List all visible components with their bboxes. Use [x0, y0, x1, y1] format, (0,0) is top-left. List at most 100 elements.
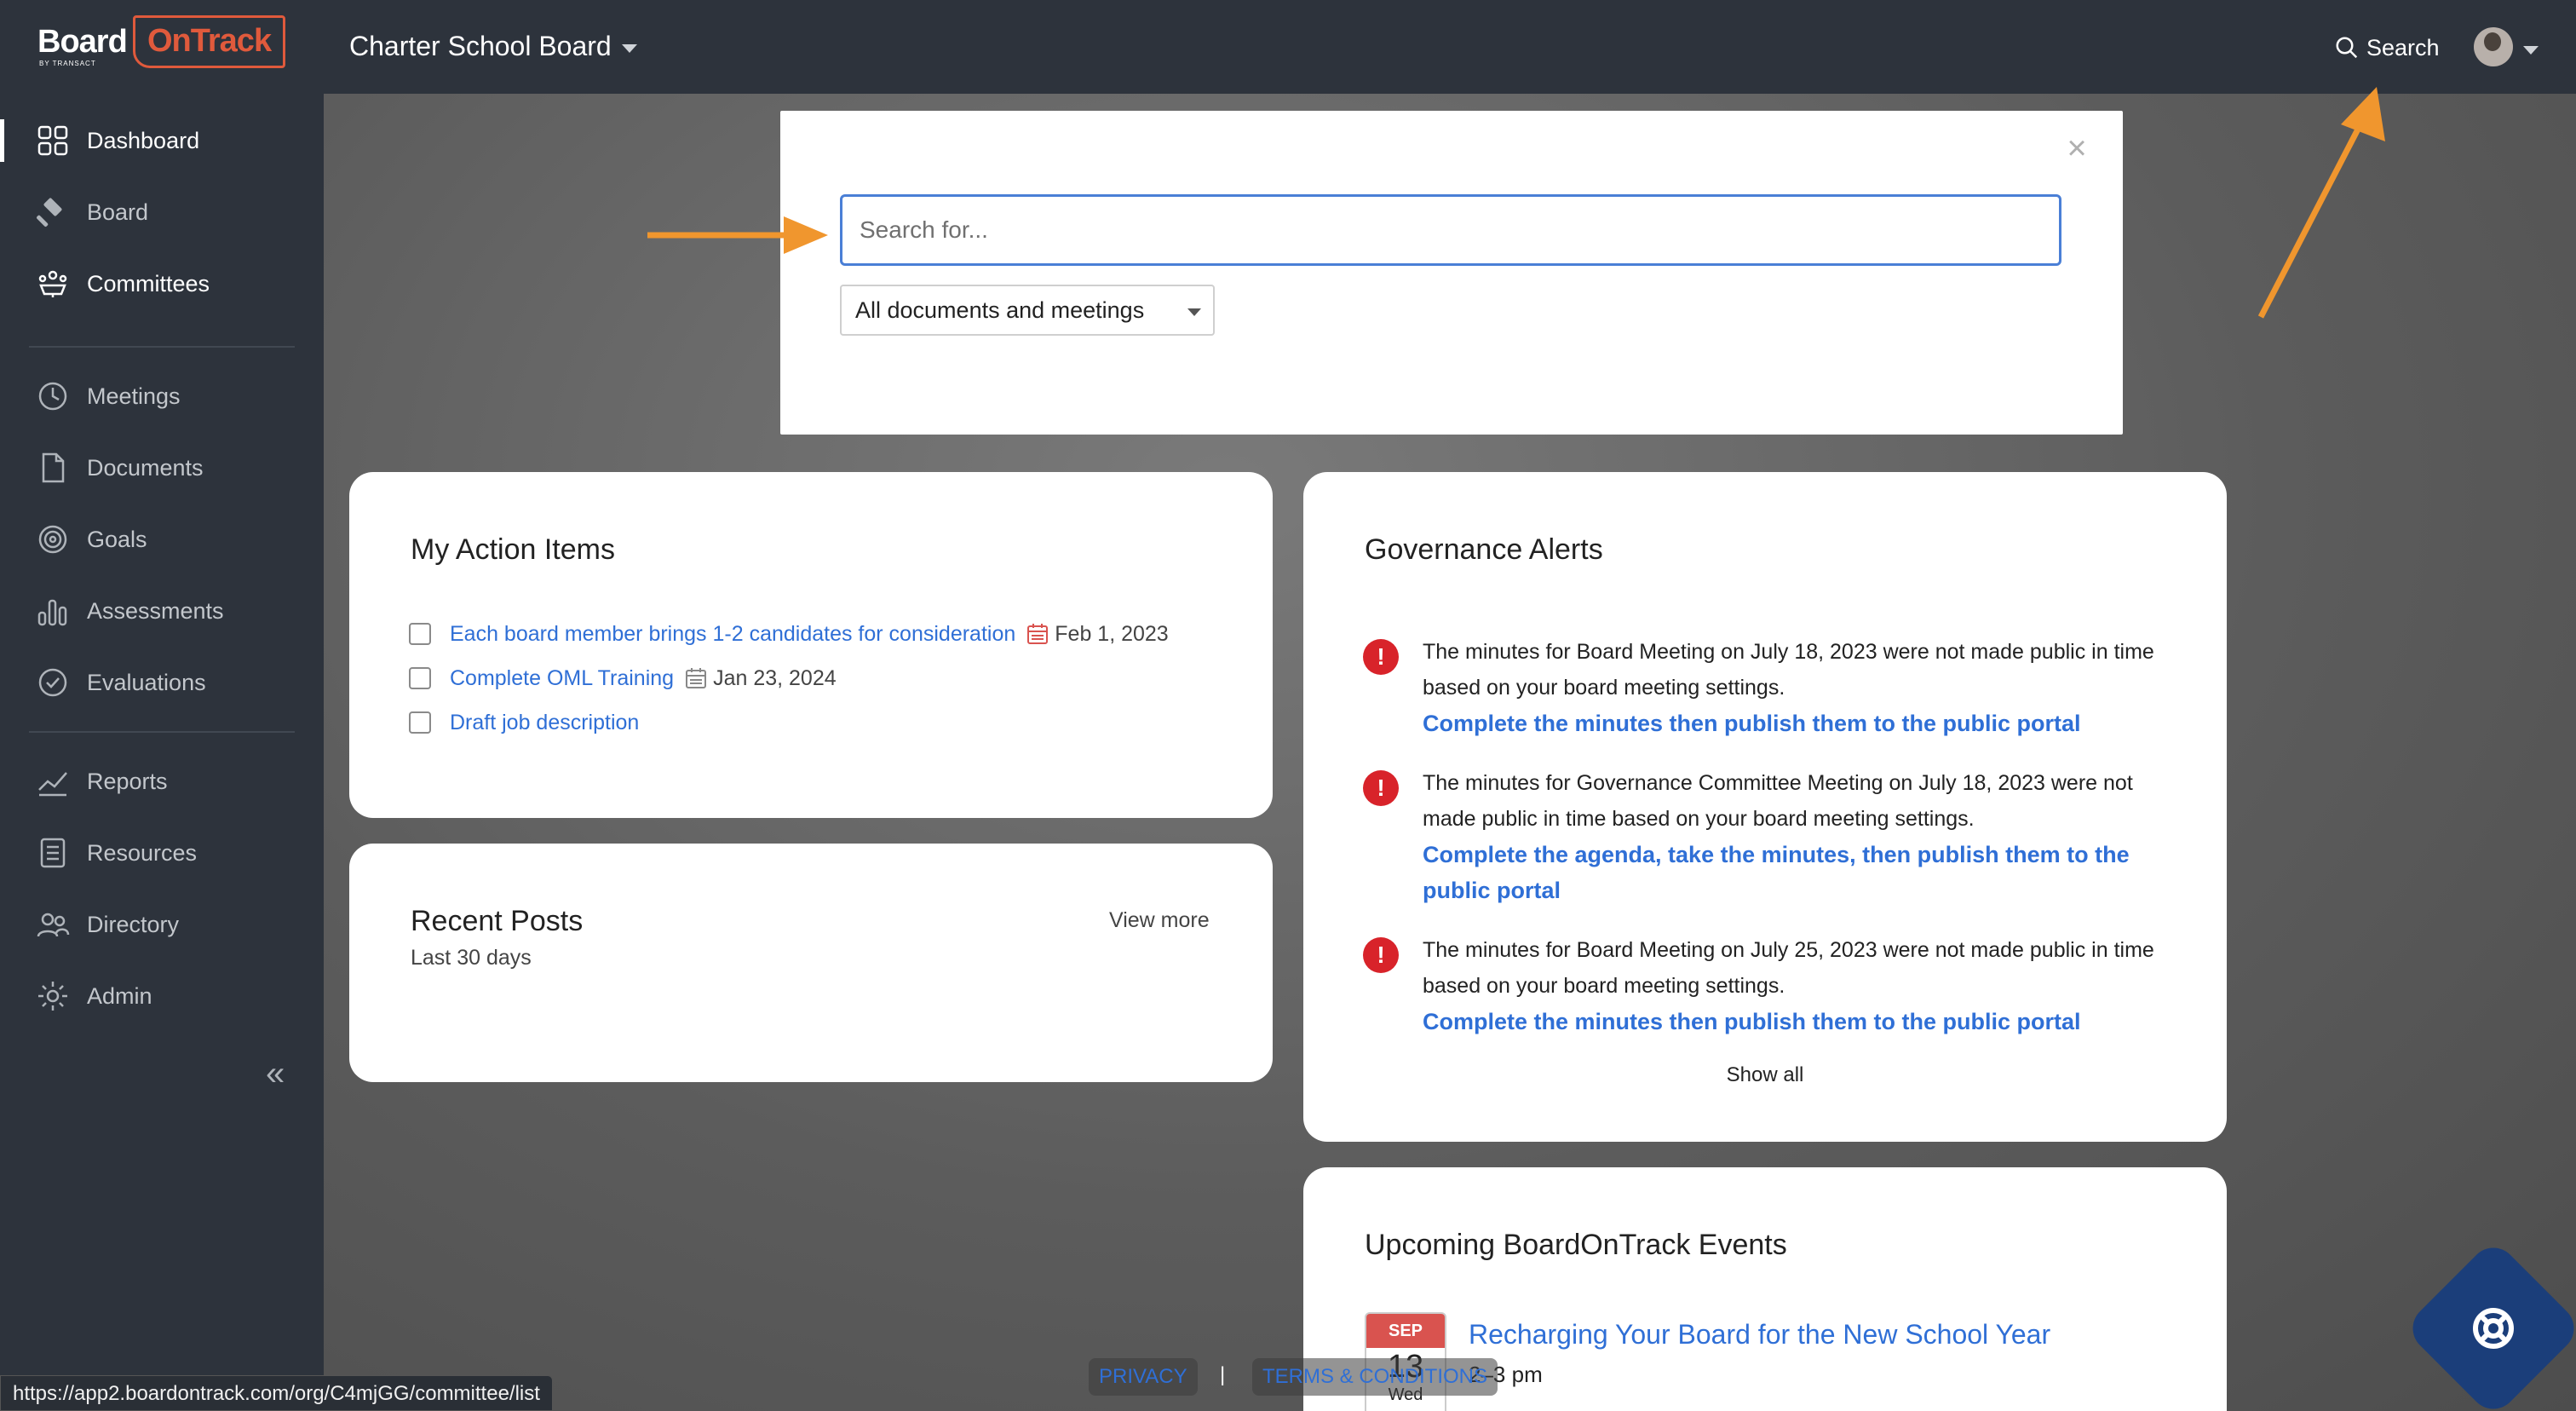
card-subtitle: Last 30 days	[411, 946, 532, 970]
sidebar-item-label: Documents	[87, 454, 204, 481]
sidebar-item-goals[interactable]: Goals	[0, 510, 324, 569]
action-item-date: Jan 23, 2024	[713, 665, 837, 690]
action-item-link[interactable]: Draft job description	[450, 711, 639, 735]
sidebar-item-dashboard[interactable]: Dashboard	[0, 111, 324, 170]
org-switcher[interactable]: Charter School Board	[349, 31, 612, 62]
governance-alerts-card: Governance Alerts ! The minutes for Boar…	[1303, 472, 2227, 1142]
action-item-checkbox[interactable]	[409, 623, 431, 645]
sidebar-item-label: Evaluations	[87, 669, 206, 695]
bar-chart-icon	[37, 599, 67, 626]
action-item-link[interactable]: Complete OML Training	[450, 666, 674, 691]
search-input[interactable]	[840, 194, 2061, 266]
alert-action-link[interactable]: Complete the agenda, take the minutes, t…	[1423, 837, 2164, 908]
alert-message: The minutes for Board Meeting on July 25…	[1423, 938, 2154, 998]
sidebar-item-label: Admin	[87, 982, 152, 1009]
alert-exclamation-icon: !	[1363, 770, 1399, 806]
alert-item: ! The minutes for Governance Committee M…	[1363, 765, 2164, 919]
sidebar-item-documents[interactable]: Documents	[0, 438, 324, 498]
clock-icon	[38, 382, 67, 411]
top-search-button[interactable]: Search	[2334, 31, 2440, 65]
sidebar-item-assessments[interactable]: Assessments	[0, 581, 324, 641]
chevron-down-icon[interactable]	[2523, 46, 2539, 55]
sidebar-item-label: Dashboard	[87, 127, 200, 153]
top-search-label: Search	[2366, 34, 2440, 60]
show-all-link[interactable]: Show all	[1303, 1063, 2227, 1087]
alert-action-link[interactable]: Complete the minutes then publish them t…	[1423, 706, 2164, 741]
search-scope-select[interactable]: All documents and meetings	[840, 285, 1215, 336]
sidebar-item-label: Reports	[87, 768, 168, 794]
card-title: Governance Alerts	[1365, 533, 1603, 566]
sidebar-divider	[29, 731, 295, 733]
sidebar-item-resources[interactable]: Resources	[0, 823, 324, 883]
alert-message: The minutes for Board Meeting on July 18…	[1423, 640, 2154, 700]
sidebar-item-admin[interactable]: Admin	[0, 966, 324, 1026]
line-chart-icon	[38, 772, 67, 797]
card-title: My Action Items	[411, 533, 615, 566]
annotation-arrow-up-icon	[2257, 87, 2385, 319]
recent-posts-card: Recent Posts Last 30 days View more	[349, 844, 1273, 1082]
alert-action-link[interactable]: Complete the minutes then publish them t…	[1423, 1004, 2164, 1040]
close-icon[interactable]: ×	[2060, 131, 2094, 165]
sidebar-item-board[interactable]: Board	[0, 182, 324, 242]
action-item-checkbox[interactable]	[409, 711, 431, 734]
target-icon	[38, 525, 67, 554]
list-doc-icon	[40, 838, 66, 868]
check-circle-icon	[38, 668, 67, 697]
document-icon	[42, 452, 65, 483]
gear-icon	[38, 982, 67, 1011]
alert-text-block: The minutes for Board Meeting on July 18…	[1423, 634, 2164, 741]
search-icon	[2336, 37, 2358, 59]
top-bar: Board OnTrack BY TRANSACT Charter School…	[0, 0, 2576, 94]
sidebar-item-reports[interactable]: Reports	[0, 752, 324, 811]
sidebar-item-label: Resources	[87, 839, 198, 866]
chevron-down-icon[interactable]	[622, 44, 637, 53]
alert-message: The minutes for Governance Committee Mee…	[1423, 771, 2133, 831]
alert-text-block: The minutes for Board Meeting on July 25…	[1423, 932, 2164, 1040]
logo-board-text: Board	[37, 24, 128, 60]
event-title-link[interactable]: Recharging Your Board for the New School…	[1469, 1319, 2050, 1351]
sidebar-item-committees[interactable]: Committees	[0, 254, 324, 314]
alert-exclamation-icon: !	[1363, 937, 1399, 973]
sidebar-item-evaluations[interactable]: Evaluations	[0, 653, 324, 712]
sidebar-item-label: Directory	[87, 911, 180, 937]
event-month: SEP	[1366, 1314, 1445, 1348]
sidebar-item-directory[interactable]: Directory	[0, 895, 324, 954]
action-items-card: My Action Items Each board member brings…	[349, 472, 1273, 818]
card-title: Recent Posts	[411, 905, 584, 937]
sidebar-divider	[29, 346, 295, 348]
sidebar-item-label: Board	[87, 199, 149, 225]
sidebar-item-label: Committees	[87, 270, 210, 297]
search-scope-value: All documents and meetings	[855, 297, 1145, 323]
alert-exclamation-icon: !	[1363, 639, 1399, 675]
avatar[interactable]	[2474, 27, 2513, 66]
chevron-down-icon	[1187, 308, 1201, 316]
terms-link[interactable]: TERMS & CONDITIONS	[1252, 1358, 1498, 1396]
privacy-link[interactable]: PRIVACY	[1089, 1358, 1198, 1396]
card-title: Upcoming BoardOnTrack Events	[1365, 1229, 1787, 1261]
people-icon	[37, 913, 70, 937]
lifebuoy-icon	[2473, 1308, 2514, 1349]
logo-subtitle: BY TRANSACT	[39, 60, 96, 67]
gavel-icon	[37, 198, 62, 227]
list-item: Draft job description	[409, 706, 639, 740]
view-more-link[interactable]: View more	[1109, 908, 1210, 933]
calendar-icon	[686, 668, 707, 688]
action-item-checkbox[interactable]	[409, 667, 431, 689]
action-item-link[interactable]: Each board member brings 1-2 candidates …	[450, 622, 1015, 647]
search-modal: × All documents and meetings	[780, 111, 2123, 435]
boardontrack-logo[interactable]: Board OnTrack BY TRANSACT	[37, 15, 286, 72]
dashboard-icon	[37, 125, 68, 156]
calendar-icon	[1027, 624, 1049, 644]
committees-icon	[38, 270, 67, 297]
sidebar-item-label: Meetings	[87, 383, 181, 409]
sidebar-item-label: Assessments	[87, 597, 224, 624]
sidebar-item-meetings[interactable]: Meetings	[0, 366, 324, 426]
alert-item: ! The minutes for Board Meeting on July …	[1363, 634, 2164, 753]
sidebar: Dashboard Board Committees Meetings Docu…	[0, 94, 324, 1411]
list-item: Complete OML Training Jan 23, 2024	[409, 661, 837, 695]
collapse-sidebar-button[interactable]: «	[266, 1057, 300, 1091]
alert-item: ! The minutes for Board Meeting on July …	[1363, 932, 2164, 1051]
logo-ontrack-text: OnTrack	[133, 15, 286, 68]
annotation-arrow-right-icon	[647, 216, 828, 254]
alert-text-block: The minutes for Governance Committee Mee…	[1423, 765, 2164, 908]
